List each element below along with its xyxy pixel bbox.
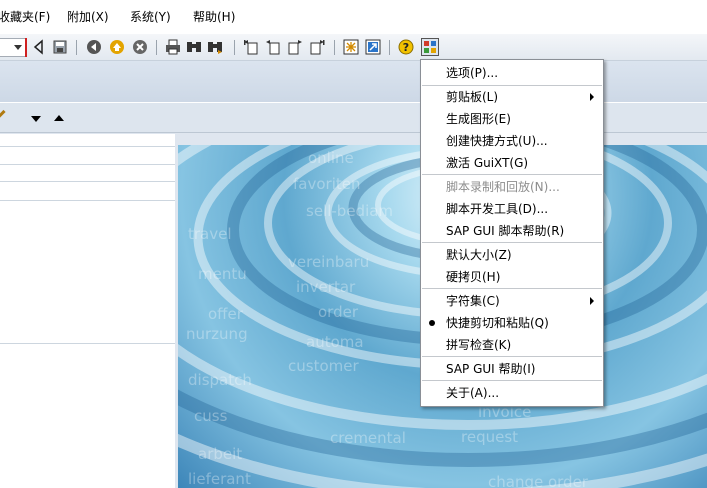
watermark-word: cuss: [194, 407, 228, 425]
watermark-word: travel: [188, 225, 232, 243]
watermark-word: offer: [208, 305, 243, 323]
next-page-icon[interactable]: [287, 39, 303, 55]
create-session-icon[interactable]: [343, 39, 359, 55]
toolbar-separator: [76, 40, 77, 55]
menu-separator: [422, 85, 602, 86]
menu-item-create-shortcut[interactable]: 创建快捷方式(U)...: [421, 131, 603, 151]
watermark-word: cremental: [330, 429, 406, 447]
watermark-word: customer: [288, 357, 359, 375]
triangle-down-icon[interactable]: [31, 116, 41, 122]
back-icon[interactable]: [86, 39, 102, 55]
watermark-word: automa: [306, 333, 364, 351]
enter-icon[interactable]: [31, 39, 47, 55]
menu-item-activate-guixt[interactable]: 激活 GuiXT(G): [421, 153, 603, 173]
previous-page-icon[interactable]: [265, 39, 281, 55]
menu-item-clipboard[interactable]: 剪贴板(L): [421, 87, 603, 107]
menu-item-label: 选项(P)...: [446, 66, 499, 80]
watermark-word: request: [461, 428, 519, 446]
menu-separator: [422, 380, 602, 381]
menu-separator: [422, 242, 602, 243]
watermark-word: order: [318, 303, 358, 321]
svg-text:?: ?: [403, 41, 409, 54]
watermark-word: dispatch: [188, 371, 252, 389]
menu-item-generate-graphic[interactable]: 生成图形(E): [421, 109, 603, 129]
menu-item-spell-check[interactable]: 拼写检查(K): [421, 335, 603, 355]
menu-separator: [422, 174, 602, 175]
tree-row-divider: [0, 164, 175, 165]
watermark-word: sell-bediam: [306, 202, 394, 220]
find-icon[interactable]: [186, 39, 202, 55]
watermark-word: lieferant: [188, 470, 251, 488]
tree-row-divider: [0, 343, 175, 344]
menu-item-character-set[interactable]: 字符集(C): [421, 291, 603, 311]
first-page-icon[interactable]: [243, 39, 259, 55]
tree-row-divider: [0, 200, 175, 201]
watermark-word: arbeit: [198, 445, 243, 463]
menu-item-label: 创建快捷方式(U)...: [446, 134, 548, 148]
checked-bullet-icon: [429, 320, 435, 326]
menu-item-label: 激活 GuiXT(G): [446, 156, 529, 170]
menu-item-label: 剪贴板(L): [446, 90, 499, 104]
menu-bar: 收藏夹(F) 附加(X) 系统(Y) 帮助(H): [0, 0, 707, 34]
menu-item-quick-cut-paste[interactable]: 快捷剪切和粘贴(Q): [421, 313, 603, 333]
tree-row-divider: [0, 181, 175, 182]
customize-layout-icon[interactable]: [421, 38, 439, 56]
navigation-tree-panel[interactable]: [0, 134, 175, 488]
toolbar-separator: [234, 40, 235, 55]
menu-item-scripting-help[interactable]: SAP GUI 脚本帮助(R): [421, 221, 603, 241]
menu-item-label: 默认大小(Z): [446, 248, 512, 262]
menu-item-options[interactable]: 选项(P)...: [421, 63, 603, 83]
shortcut-icon[interactable]: [365, 39, 381, 55]
menu-item-label: 脚本录制和回放(N)...: [446, 180, 560, 194]
customize-layout-menu: 选项(P)... 剪贴板(L) 生成图形(E) 创建快捷方式(U)... 激活 …: [420, 59, 604, 407]
menu-item-script-recording: 脚本录制和回放(N)...: [421, 177, 603, 197]
menu-item-label: 快捷剪切和粘贴(Q): [446, 316, 549, 330]
command-field-border: [25, 38, 27, 57]
menu-item-default-size[interactable]: 默认大小(Z): [421, 245, 603, 265]
submenu-arrow-icon: [590, 297, 594, 305]
watermark-word: favoriten: [293, 175, 361, 193]
menu-favorites[interactable]: 收藏夹(F): [0, 9, 50, 25]
menu-extras[interactable]: 附加(X): [67, 9, 109, 25]
menu-item-label: SAP GUI 脚本帮助(R): [446, 224, 565, 238]
chevron-down-icon[interactable]: [14, 45, 22, 50]
menu-item-label: SAP GUI 帮助(I): [446, 362, 536, 376]
cancel-icon[interactable]: [132, 39, 148, 55]
watermark-word: vereinbaru: [288, 253, 370, 271]
watermark-word: online: [308, 149, 354, 167]
tree-row-divider: [0, 146, 175, 147]
menu-item-label: 生成图形(E): [446, 112, 511, 126]
toolbar-separator: [156, 40, 157, 55]
watermark-word: nurzung: [186, 325, 248, 343]
exit-icon[interactable]: [109, 39, 125, 55]
menu-item-about[interactable]: 关于(A)...: [421, 383, 603, 403]
triangle-up-icon[interactable]: [54, 115, 64, 121]
command-field[interactable]: [0, 38, 27, 57]
print-icon[interactable]: [165, 39, 181, 55]
menu-item-label: 拼写检查(K): [446, 338, 512, 352]
find-next-icon[interactable]: [207, 39, 223, 55]
watermark-word: invertar: [296, 278, 356, 296]
watermark-word: mentu: [198, 265, 247, 283]
standard-toolbar: ?: [0, 34, 707, 61]
menu-item-label: 字符集(C): [446, 294, 500, 308]
menu-item-script-dev-tool[interactable]: 脚本开发工具(D)...: [421, 199, 603, 219]
help-icon[interactable]: ?: [398, 39, 414, 55]
menu-separator: [422, 356, 602, 357]
last-page-icon[interactable]: [309, 39, 325, 55]
toolbar-separator: [389, 40, 390, 55]
save-icon[interactable]: [52, 39, 68, 55]
menu-item-label: 硬拷贝(H): [446, 270, 501, 284]
watermark-word: change order: [488, 473, 588, 488]
pencil-icon[interactable]: [0, 109, 6, 120]
menu-item-sap-gui-help[interactable]: SAP GUI 帮助(I): [421, 359, 603, 379]
menu-separator: [422, 288, 602, 289]
toolbar-separator: [334, 40, 335, 55]
menu-help[interactable]: 帮助(H): [193, 9, 235, 25]
menu-system[interactable]: 系统(Y): [130, 9, 171, 25]
menu-item-hardcopy[interactable]: 硬拷贝(H): [421, 267, 603, 287]
menu-item-label: 关于(A)...: [446, 386, 500, 400]
menu-item-label: 脚本开发工具(D)...: [446, 202, 549, 216]
submenu-arrow-icon: [590, 93, 594, 101]
